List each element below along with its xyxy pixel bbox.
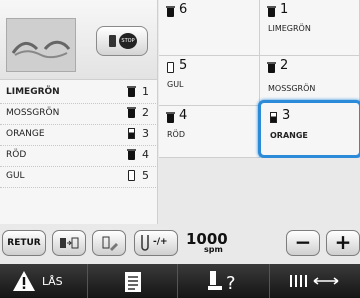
warning-icon bbox=[13, 271, 35, 291]
needle-cell-5[interactable]: 5 GUL bbox=[159, 56, 260, 106]
list-item-1[interactable]: LIMEGRÖN 1 bbox=[0, 82, 158, 104]
clear-icon bbox=[102, 236, 118, 251]
return-button[interactable]: RETUR bbox=[2, 230, 46, 256]
spool-icon bbox=[166, 112, 175, 123]
spool-icon bbox=[267, 6, 276, 17]
spool-icon bbox=[167, 62, 174, 73]
needle-thread-name: LIMEGRÖN bbox=[268, 24, 311, 33]
needle-cell-6[interactable]: 6 bbox=[159, 0, 260, 56]
thread-width-icon bbox=[290, 275, 339, 287]
lock-label: LÅS bbox=[42, 275, 63, 288]
spool-icon bbox=[128, 170, 135, 181]
needle-thread-name: GUL bbox=[167, 80, 184, 89]
lock-button[interactable]: LÅS bbox=[0, 264, 88, 298]
list-item-3[interactable]: ORANGE 3 bbox=[0, 124, 158, 146]
embroidery-thumbnail bbox=[6, 18, 76, 72]
needle-number: 6 bbox=[179, 2, 188, 17]
speed-plus-button[interactable]: + bbox=[326, 230, 360, 256]
needle-cell-1[interactable]: 1 LIMEGRÖN bbox=[260, 0, 360, 56]
needle-number: 2 bbox=[280, 58, 289, 73]
needle-help-icon: ? bbox=[208, 271, 236, 294]
svg-text:?: ? bbox=[226, 273, 236, 294]
needle-cell-4[interactable]: 4 RÖD bbox=[159, 106, 260, 158]
list-item-num: 3 bbox=[142, 127, 149, 140]
document-icon bbox=[125, 272, 141, 292]
swap-needles-icon bbox=[60, 237, 79, 249]
list-item-num: 5 bbox=[142, 169, 149, 182]
stop-button[interactable]: STOP bbox=[96, 26, 148, 56]
thread-width-button[interactable] bbox=[270, 264, 360, 298]
swap-needles-button[interactable] bbox=[52, 230, 86, 256]
minus-label: − bbox=[294, 230, 312, 254]
list-item-num: 1 bbox=[142, 85, 149, 98]
spool-icon bbox=[109, 35, 116, 47]
tension-label: -/+ bbox=[153, 237, 168, 247]
list-item-2[interactable]: MOSSGRÖN 2 bbox=[0, 103, 158, 125]
needle-thread-name: ORANGE bbox=[270, 131, 308, 140]
needle-help-button[interactable]: ? bbox=[178, 264, 270, 298]
speed-minus-button[interactable]: − bbox=[286, 230, 320, 256]
spool-icon bbox=[127, 107, 136, 118]
needle-thread-name: RÖD bbox=[167, 130, 186, 139]
needle-thread-name: MOSSGRÖN bbox=[268, 84, 316, 93]
spool-icon bbox=[267, 62, 276, 73]
grid-empty-area bbox=[159, 158, 360, 224]
stop-icon: STOP bbox=[119, 33, 137, 49]
needle-number: 1 bbox=[280, 2, 289, 17]
list-item-name: GUL bbox=[6, 171, 25, 181]
needle-number: 5 bbox=[179, 58, 188, 73]
needle-cell-2[interactable]: 2 MOSSGRÖN bbox=[260, 56, 360, 106]
list-item-name: MOSSGRÖN bbox=[6, 108, 60, 118]
needle-number: 3 bbox=[282, 108, 291, 123]
list-item-name: RÖD bbox=[6, 150, 27, 160]
list-item-num: 2 bbox=[142, 106, 149, 119]
needle-cell-3-selected[interactable]: 3 ORANGE bbox=[258, 100, 360, 158]
tension-button[interactable]: -/+ bbox=[134, 230, 178, 256]
speed-unit: spm bbox=[204, 245, 223, 254]
spool-icon bbox=[128, 128, 135, 139]
needle-number: 4 bbox=[179, 108, 188, 123]
tension-icon bbox=[141, 235, 149, 251]
list-item-num: 4 bbox=[142, 148, 149, 161]
spool-icon bbox=[166, 6, 175, 17]
clear-button[interactable] bbox=[92, 230, 126, 256]
document-button[interactable] bbox=[88, 264, 178, 298]
plus-label: + bbox=[334, 230, 352, 254]
spool-icon bbox=[127, 86, 136, 97]
list-item-name: LIMEGRÖN bbox=[6, 87, 60, 97]
spool-icon bbox=[127, 149, 136, 160]
list-item-name: ORANGE bbox=[6, 129, 45, 139]
return-label: RETUR bbox=[7, 238, 41, 248]
list-item-5[interactable]: GUL 5 bbox=[0, 166, 158, 188]
spool-icon bbox=[270, 112, 277, 123]
list-item-4[interactable]: RÖD 4 bbox=[0, 145, 158, 167]
speed-display: 1000 spm bbox=[182, 230, 234, 256]
